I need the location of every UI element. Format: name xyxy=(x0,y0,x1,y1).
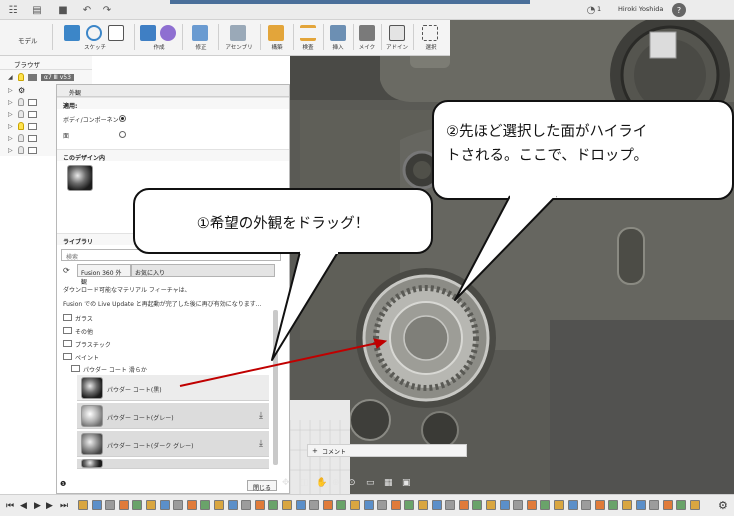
timeline-feature[interactable] xyxy=(486,500,496,510)
timeline-feature[interactable] xyxy=(581,500,592,510)
timeline-feature[interactable] xyxy=(200,500,211,510)
timeline-feature[interactable] xyxy=(554,500,564,510)
timeline-feature[interactable] xyxy=(146,500,156,510)
annotation-overlay xyxy=(179,194,557,387)
timeline-feature[interactable] xyxy=(472,500,483,510)
timeline-feature[interactable] xyxy=(676,500,687,510)
timeline-feature[interactable] xyxy=(241,500,252,510)
play-icon[interactable]: ▶ xyxy=(34,501,41,511)
callout-step1-tail xyxy=(271,251,339,361)
go-to-start-icon[interactable]: ⏮ xyxy=(6,501,14,511)
drag-arrow-head xyxy=(373,338,388,349)
timeline-feature[interactable] xyxy=(404,500,415,510)
step-back-icon[interactable]: ◀ xyxy=(20,501,27,511)
drag-arrow xyxy=(179,341,383,387)
timeline-feature[interactable] xyxy=(132,500,143,510)
timeline-feature[interactable] xyxy=(567,500,578,510)
orbit-icon[interactable]: ✥ xyxy=(282,478,290,488)
timeline-feature[interactable] xyxy=(513,500,524,510)
timeline-feature[interactable] xyxy=(91,500,102,510)
timeline-feature[interactable] xyxy=(336,500,347,510)
comments-label: コメント xyxy=(322,449,347,456)
step-forward-icon[interactable]: ▶ xyxy=(46,501,53,511)
timeline-feature[interactable] xyxy=(377,500,388,510)
timeline-feature[interactable] xyxy=(350,500,360,510)
timeline-feature[interactable] xyxy=(254,500,265,510)
timeline-feature[interactable] xyxy=(540,500,551,510)
timeline-feature[interactable] xyxy=(295,500,306,510)
timeline-feature[interactable] xyxy=(649,500,660,510)
timeline-feature[interactable] xyxy=(186,500,197,510)
viewports-icon[interactable]: ▣ xyxy=(402,478,411,488)
timeline-feature[interactable] xyxy=(418,500,428,510)
timeline-feature[interactable] xyxy=(690,500,700,510)
timeline-feature[interactable] xyxy=(622,500,632,510)
go-to-end-icon[interactable]: ⏭ xyxy=(60,501,68,511)
plus-icon[interactable]: + xyxy=(312,447,318,455)
zoom-icon[interactable]: ⊕ xyxy=(332,478,340,488)
timeline-feature[interactable] xyxy=(608,500,619,510)
comments-bar[interactable]: + コメント xyxy=(307,444,467,457)
look-at-icon[interactable]: ◫ xyxy=(300,478,309,488)
timeline-feature[interactable] xyxy=(268,500,279,510)
timeline-feature[interactable] xyxy=(105,500,116,510)
timeline-feature[interactable] xyxy=(662,500,673,510)
timeline-feature[interactable] xyxy=(78,500,88,510)
callout-step2-tail xyxy=(454,195,557,301)
timeline-feature[interactable] xyxy=(526,500,537,510)
timeline-feature[interactable] xyxy=(118,500,129,510)
timeline-feature[interactable] xyxy=(390,500,401,510)
timeline-feature[interactable] xyxy=(173,500,184,510)
timeline-feature[interactable] xyxy=(431,500,442,510)
timeline-feature[interactable] xyxy=(445,500,456,510)
timeline-feature[interactable] xyxy=(282,500,292,510)
timeline-feature[interactable] xyxy=(214,500,224,510)
fusion-app: ☷ ▤ ■ ↶ ↷ ◔ 1 Hiroki Yoshida ? モデル スケッチ … xyxy=(0,0,734,516)
pan-icon[interactable]: ✋ xyxy=(316,478,327,488)
timeline-feature[interactable] xyxy=(309,500,320,510)
timeline: ⏮ ◀ ▶ ▶ ⏭ ⚙ xyxy=(0,494,734,516)
timeline-feature[interactable] xyxy=(594,500,605,510)
timeline-feature[interactable] xyxy=(322,500,333,510)
grid-settings-icon[interactable]: ▦ xyxy=(384,478,393,488)
gear-icon[interactable]: ⚙ xyxy=(718,499,728,512)
timeline-feature[interactable] xyxy=(635,500,646,510)
timeline-feature[interactable] xyxy=(499,500,510,510)
timeline-feature[interactable] xyxy=(159,500,170,510)
navigation-bar: ✥ ◫ ✋ ⊕ ⊙ ▭ ▦ ▣ xyxy=(282,476,422,492)
timeline-feature[interactable] xyxy=(458,500,469,510)
timeline-feature[interactable] xyxy=(363,500,374,510)
timeline-feature[interactable] xyxy=(227,500,238,510)
display-settings-icon[interactable]: ▭ xyxy=(366,478,375,488)
fit-icon[interactable]: ⊙ xyxy=(348,478,356,488)
